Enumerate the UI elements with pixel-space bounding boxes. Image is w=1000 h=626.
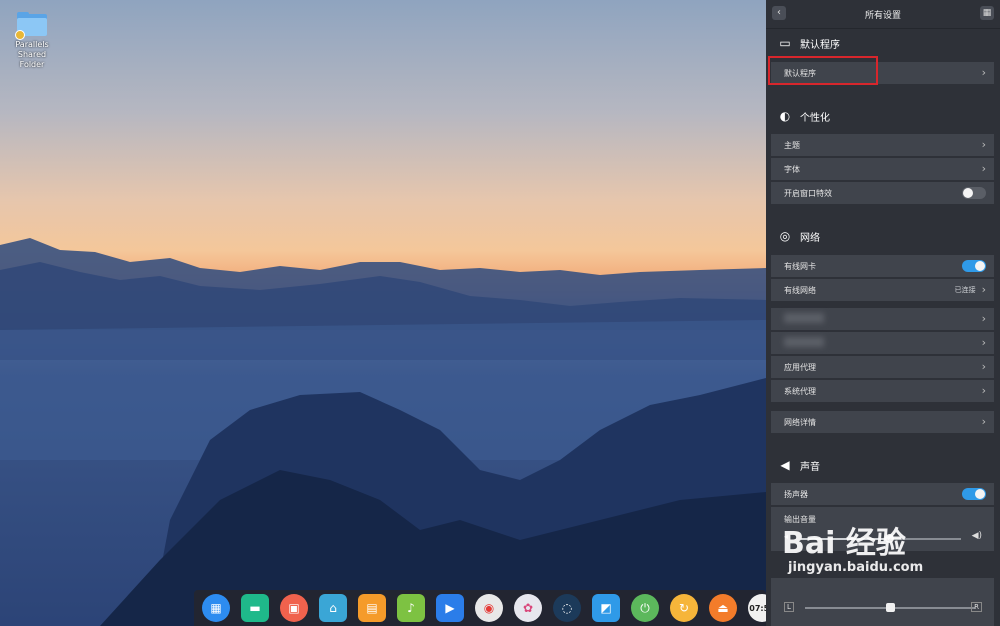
settings-icon[interactable]: ✿ (514, 594, 542, 622)
chrome-icon[interactable]: ◉ (475, 594, 503, 622)
row-label (784, 313, 982, 325)
row-label: 网络详情 (784, 417, 816, 427)
row-label: 主题 (784, 140, 800, 150)
wired-adapter-toggle[interactable] (962, 260, 986, 272)
grid-button[interactable]: ▦ (980, 6, 994, 20)
desktop-wallpaper (0, 0, 766, 626)
music-icon[interactable]: ♪ (397, 594, 425, 622)
speaker-icon: ◀ (780, 458, 790, 472)
desktop-icon-label: Parallels Shared Folder (15, 40, 49, 69)
dock: ▦ ▬ ▣ ⌂ ▤ ♪ ▶ ◉ ✿ ◌ ◩ ⏻ ↻ ⏏ 07:56 (194, 590, 776, 626)
chevron-right-icon: › (981, 312, 986, 325)
row-balance: L R (771, 578, 994, 626)
power-icon[interactable]: ⏻ (631, 594, 659, 622)
chevron-right-icon: › (981, 162, 986, 175)
panel-title: 所有设置 (864, 11, 901, 21)
row-label: 开启窗口特效 (784, 188, 832, 198)
row-label: 有线网络 (784, 285, 816, 295)
row-font[interactable]: 字体 › (771, 158, 994, 180)
terminal-icon[interactable]: ▬ (241, 594, 269, 622)
section-title-label: 网络 (800, 232, 820, 244)
chevron-right-icon: › (981, 283, 986, 296)
panel-header: ‹ 所有设置 ▦ (766, 0, 1000, 29)
chevron-right-icon: › (981, 384, 986, 397)
launcher-icon[interactable]: ▦ (202, 594, 230, 622)
chevron-right-icon: › (981, 415, 986, 428)
row-label: 系统代理 (784, 386, 816, 396)
row-theme[interactable]: 主题 › (771, 134, 994, 156)
volume-high-icon: ◀) (971, 531, 982, 541)
row-wired-network[interactable]: 有线网络 已连接 › (771, 279, 994, 301)
palette-icon: ◐ (779, 109, 791, 123)
settings-panel: ‹ 所有设置 ▦ ▭ 默认程序 默认程序 › ◐ 个性化 主题 › 字体 › 开… (766, 0, 1000, 626)
section-sound: ◀ 声音 (778, 457, 820, 473)
chevron-right-icon: › (981, 336, 986, 349)
row-label: 扬声器 (784, 489, 808, 499)
multitask-icon[interactable]: ▣ (280, 594, 308, 622)
desktop-icon-parallels-shared-folder[interactable]: Parallels Shared Folder (6, 12, 58, 70)
section-title-label: 声音 (800, 461, 820, 473)
network-icon: ◎ (779, 229, 791, 243)
row-label (784, 337, 982, 349)
row-label: 字体 (784, 164, 800, 174)
app-store-icon[interactable]: ⌂ (319, 594, 347, 622)
row-window-effects: 开启窗口特效 (771, 182, 994, 204)
row-wired-adapter: 有线网卡 (771, 255, 994, 277)
connection-status: 已连接 (954, 286, 976, 294)
chevron-right-icon: › (981, 138, 986, 151)
row-label: 应用代理 (784, 362, 816, 372)
output-volume-label: 输出音量 (784, 515, 816, 524)
system-monitor-icon[interactable]: ◩ (592, 594, 620, 622)
balance-right-label: R (971, 602, 982, 612)
grid-icon: ▦ (982, 8, 992, 18)
speaker-toggle[interactable] (962, 488, 986, 500)
output-volume-fill (801, 538, 889, 540)
row-app-proxy[interactable]: 应用代理 › (771, 356, 994, 378)
chevron-right-icon: › (981, 360, 986, 373)
section-title-label: 默认程序 (800, 39, 840, 51)
window-effects-toggle[interactable] (962, 187, 986, 199)
archive-icon[interactable]: ▤ (358, 594, 386, 622)
chevron-right-icon: › (981, 66, 986, 79)
update-icon[interactable]: ↻ (670, 594, 698, 622)
section-default-apps: ▭ 默认程序 (778, 35, 840, 51)
section-personalization: ◐ 个性化 (778, 108, 830, 124)
browser-icon[interactable]: ◌ (553, 594, 581, 622)
section-title-label: 个性化 (800, 112, 830, 124)
balance-knob[interactable] (886, 603, 895, 612)
row-speaker: 扬声器 (771, 483, 994, 505)
eject-icon[interactable]: ⏏ (709, 594, 737, 622)
volume-low-icon: ◂ (784, 532, 789, 541)
row-blurred-2[interactable]: › (771, 332, 994, 354)
section-network: ◎ 网络 (778, 228, 820, 244)
balance-left-label: L (784, 602, 794, 612)
movie-icon[interactable]: ▶ (436, 594, 464, 622)
calendar-icon: ▭ (779, 36, 791, 50)
row-system-proxy[interactable]: 系统代理 › (771, 380, 994, 402)
row-network-details[interactable]: 网络详情 › (771, 411, 994, 433)
output-volume-knob[interactable] (885, 534, 894, 543)
row-label: 有线网卡 (784, 261, 816, 271)
folder-icon (15, 12, 47, 40)
highlight-box (768, 56, 878, 85)
row-blurred-1[interactable]: › (771, 308, 994, 330)
row-output-volume: 输出音量 ◂ ◀) (771, 507, 994, 551)
